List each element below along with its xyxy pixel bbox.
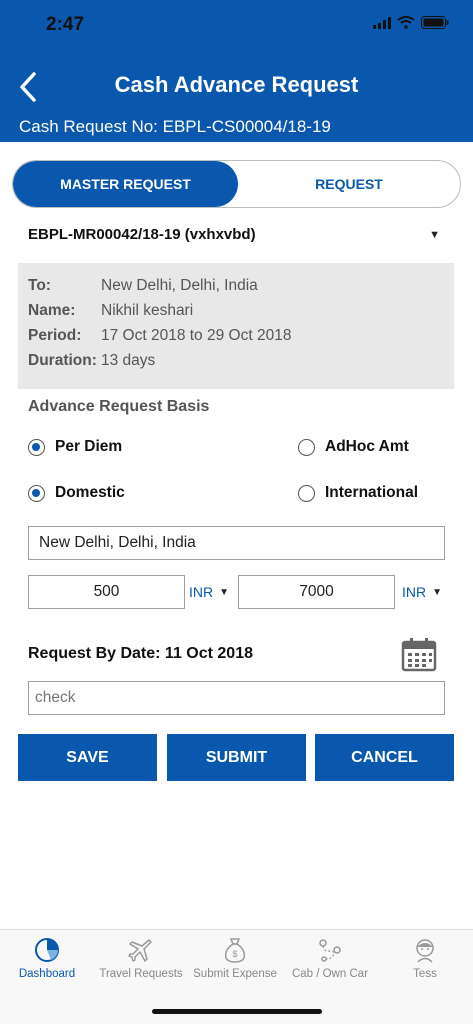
- master-request-value: EBPL-MR00042/18-19 (vxhxvbd): [28, 226, 256, 243]
- radio-adhoc-amt[interactable]: AdHoc Amt: [298, 438, 409, 456]
- tab-label: Dashboard: [18, 968, 76, 980]
- page-title: Cash Advance Request: [114, 72, 359, 97]
- home-indicator: [152, 1009, 322, 1014]
- radio-label: International: [325, 484, 419, 501]
- radio-domestic[interactable]: Domestic: [28, 484, 125, 502]
- battery-icon: [421, 16, 449, 29]
- radio-label: AdHoc Amt: [325, 438, 409, 455]
- info-label: To:: [28, 276, 51, 294]
- radio-international[interactable]: International: [298, 484, 418, 502]
- trip-info-box: To: New Delhi, Delhi, India Name: Nikhil…: [18, 263, 454, 389]
- tab-tess[interactable]: Tess: [377, 936, 473, 980]
- info-label: Name:: [28, 301, 76, 319]
- info-row-duration: Duration: 13 days: [28, 348, 454, 373]
- currency-dropdown-1[interactable]: INR ▼: [189, 584, 229, 600]
- master-request-dropdown[interactable]: EBPL-MR00042/18-19 (vxhxvbd) ▼: [28, 226, 440, 243]
- tab-cab-own-car[interactable]: Cab / Own Car: [282, 936, 378, 980]
- dashboard-icon: [35, 938, 59, 962]
- airplane-icon: [128, 939, 152, 962]
- info-row-period: Period: 17 Oct 2018 to 29 Oct 2018: [28, 323, 454, 348]
- money-bag-icon: $: [224, 938, 246, 963]
- tab-label: Submit Expense: [193, 968, 277, 980]
- tab-request[interactable]: REQUEST: [238, 161, 460, 207]
- tab-dashboard[interactable]: Dashboard: [0, 936, 95, 980]
- calendar-icon[interactable]: [401, 636, 437, 672]
- location-field[interactable]: New Delhi, Delhi, India: [28, 526, 445, 560]
- info-value: Nikhil keshari: [101, 301, 194, 319]
- remarks-field[interactable]: check: [28, 681, 445, 715]
- info-label: Duration:: [28, 351, 97, 369]
- header: 2:47 Cash Advance Request Cash Request N…: [0, 0, 473, 142]
- radio-per-diem[interactable]: Per Diem: [28, 438, 122, 456]
- info-value: 13 days: [101, 351, 156, 369]
- tab-label: Travel Requests: [99, 968, 183, 980]
- request-type-segment: MASTER REQUEST REQUEST: [12, 160, 461, 208]
- amount-field-1[interactable]: 500: [28, 575, 185, 609]
- status-time: 2:47: [46, 14, 85, 35]
- radio-unselected-icon: [298, 484, 315, 502]
- assistant-icon: [416, 939, 434, 963]
- signal-icon: [373, 16, 391, 29]
- info-value: 17 Oct 2018 to 29 Oct 2018: [101, 326, 292, 344]
- radio-unselected-icon: [298, 438, 315, 456]
- currency-dropdown-2[interactable]: INR ▼: [402, 584, 442, 600]
- tab-submit-expense[interactable]: $ Submit Expense: [187, 936, 283, 980]
- caret-down-icon: ▼: [429, 229, 440, 241]
- tab-master-request[interactable]: MASTER REQUEST: [13, 161, 238, 207]
- svg-text:$: $: [232, 949, 237, 959]
- radio-label: Per Diem: [55, 438, 123, 455]
- info-row-name: Name: Nikhil keshari: [28, 298, 454, 323]
- request-by-date: Request By Date: 11 Oct 2018: [28, 645, 253, 662]
- status-icons: [373, 16, 449, 29]
- info-value: New Delhi, Delhi, India: [101, 276, 258, 294]
- radio-label: Domestic: [55, 484, 125, 501]
- submit-button[interactable]: SUBMIT: [167, 734, 306, 781]
- radio-selected-icon: [28, 438, 45, 456]
- info-row-to: To: New Delhi, Delhi, India: [28, 273, 454, 298]
- basis-title: Advance Request Basis: [28, 398, 210, 415]
- info-label: Period:: [28, 326, 82, 344]
- caret-down-icon: ▼: [219, 586, 230, 598]
- save-button[interactable]: SAVE: [18, 734, 157, 781]
- route-icon: [319, 939, 341, 962]
- currency-label: INR: [189, 584, 214, 600]
- caret-down-icon: ▼: [432, 586, 443, 598]
- request-number: Cash Request No: EBPL-CS00004/18-19: [19, 117, 331, 136]
- tab-travel-requests[interactable]: Travel Requests: [93, 936, 189, 980]
- amount-field-2[interactable]: 7000: [238, 575, 395, 609]
- tab-label: Tess: [413, 968, 437, 980]
- radio-selected-icon: [28, 484, 45, 502]
- tab-label: Cab / Own Car: [291, 968, 369, 980]
- currency-label: INR: [402, 584, 427, 600]
- wifi-icon: [397, 16, 415, 29]
- cancel-button[interactable]: CANCEL: [315, 734, 454, 781]
